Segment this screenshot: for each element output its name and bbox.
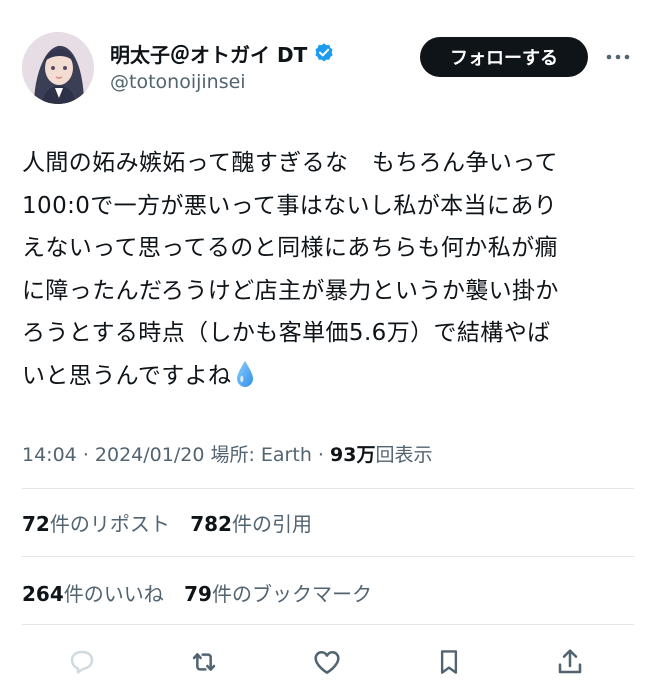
bookmark-icon[interactable] <box>427 640 471 684</box>
likes-label: 件のいいね <box>63 582 164 606</box>
tweet-meta: 14:04 · 2024/01/20 場所: Earth · 93万回表示 <box>22 440 432 467</box>
author-names: 明太子＠オトガイ DT @totonoijinsei <box>110 40 335 95</box>
bookmarks-stat[interactable]: 79件のブックマーク <box>184 582 372 606</box>
tweet-text-line-last: いと思うんですよね <box>22 355 634 398</box>
bookmarks-count: 79 <box>184 582 212 606</box>
tweet-text-line: いと思うんですよね <box>22 362 232 389</box>
tweet-location: 場所: Earth <box>210 444 312 466</box>
reposts-count: 72 <box>22 512 50 536</box>
divider <box>22 488 634 489</box>
likes-stat[interactable]: 264件のいいね <box>22 582 164 606</box>
reposts-label: 件のリポスト <box>49 512 170 536</box>
stats-row-reposts: 72件のリポスト 782件の引用 <box>22 508 326 537</box>
droplet-icon <box>235 360 255 403</box>
tweet-header: 明太子＠オトガイ DT @totonoijinsei フォローする <box>22 32 634 108</box>
bookmarks-label: 件のブックマーク <box>211 582 372 606</box>
tweet-text-line: ろうとする時点（しかも客単価5.6万）で結構やば <box>22 320 551 346</box>
heart-icon[interactable] <box>305 640 349 684</box>
reply-icon[interactable] <box>60 640 104 684</box>
meta-separator: · <box>317 444 324 466</box>
quotes-count: 782 <box>190 512 232 536</box>
repost-icon[interactable] <box>182 640 226 684</box>
tweet-date[interactable]: 2024/01/20 <box>95 444 205 466</box>
stats-row-likes: 264件のいいね 79件のブックマーク <box>22 578 386 607</box>
tweet-text-line: 人間の妬み嫉妬って醜すぎるな もちろん争いって <box>22 150 558 176</box>
author-handle[interactable]: @totonoijinsei <box>110 71 335 95</box>
likes-count: 264 <box>22 582 64 606</box>
tweet-time[interactable]: 14:04 <box>22 444 77 466</box>
quotes-stat[interactable]: 782件の引用 <box>190 512 312 536</box>
divider <box>22 556 634 557</box>
tweet-text-line: えないって思ってるのと同様にあちらも何か私が癇 <box>22 235 558 261</box>
views-count: 93万 <box>330 444 376 466</box>
display-name-row[interactable]: 明太子＠オトガイ DT <box>110 39 335 68</box>
follow-button[interactable]: フォローする <box>420 37 588 77</box>
tweet-text-line: 100:0で一方が悪いって事はないし私が本当にあり <box>22 192 558 219</box>
avatar[interactable] <box>22 32 94 104</box>
verified-badge-icon[interactable] <box>313 42 335 64</box>
divider <box>22 624 634 625</box>
tweet-text-line: に障ったんだろうけど店主が暴力というか襲い掛か <box>22 277 559 304</box>
tweet-text: 人間の妬み嫉妬って醜すぎるな もちろん争いって 100:0で一方が悪いって事はな… <box>22 142 634 397</box>
display-name[interactable]: 明太子＠オトガイ DT <box>110 39 307 68</box>
reposts-stat[interactable]: 72件のリポスト <box>22 512 170 536</box>
quotes-label: 件の引用 <box>231 512 312 536</box>
views-label: 回表示 <box>375 444 433 466</box>
share-icon[interactable] <box>548 640 592 684</box>
action-bar <box>22 640 634 684</box>
meta-separator: · <box>82 444 89 466</box>
more-icon[interactable] <box>602 42 634 72</box>
